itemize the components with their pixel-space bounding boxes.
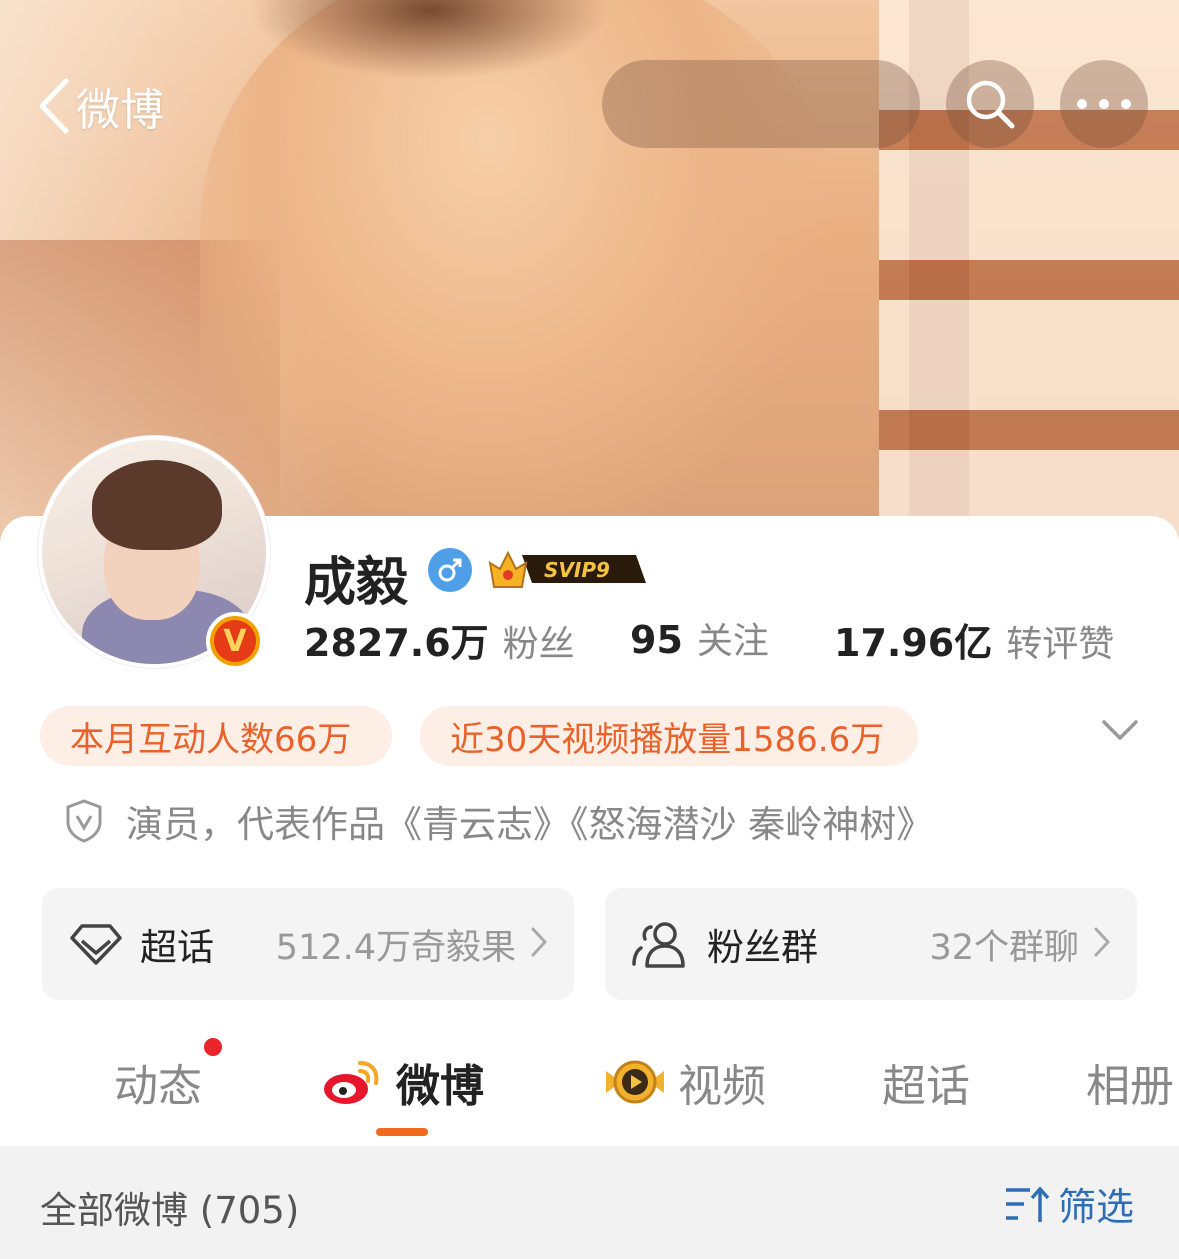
verified-letter: V	[214, 620, 256, 662]
description-text: 演员，代表作品《青云志》《怒海潜沙 秦岭神树》	[126, 803, 934, 846]
fan-group-title: 粉丝群	[707, 926, 818, 969]
people-icon	[632, 922, 685, 968]
all-weibo-count[interactable]: 全部微博 (705)	[40, 1180, 299, 1234]
shield-v-icon	[66, 799, 102, 843]
more-button[interactable]	[1060, 60, 1148, 148]
reposts-stat[interactable]: 17.96亿 转评赞	[834, 612, 1114, 667]
super-topic-value: 512.4万奇毅果	[275, 927, 516, 968]
video-badge-icon	[606, 1060, 664, 1104]
following-label: 关注	[696, 621, 769, 662]
active-tab-indicator	[376, 1128, 428, 1136]
weibo-logo-icon	[324, 1061, 379, 1104]
chevron-down-icon[interactable]	[1100, 716, 1140, 744]
following-stat[interactable]: 95 关注	[630, 612, 769, 664]
profile-name: 成毅	[304, 553, 409, 613]
avatar-hair	[92, 460, 222, 550]
profile-description[interactable]: 演员，代表作品《青云志》《怒海潜沙 秦岭神树》	[64, 794, 933, 848]
filter-button[interactable]: 筛选	[1004, 1176, 1134, 1231]
video-views-pill[interactable]: 近30天视频播放量1586.6万	[420, 706, 918, 766]
more-icon	[1077, 99, 1131, 109]
filter-icon	[1006, 1185, 1050, 1222]
tab-dynamics[interactable]: 动态	[114, 1050, 202, 1114]
tab-weibo[interactable]: 微博	[322, 1050, 484, 1114]
reposts-count: 17.96亿	[834, 621, 993, 665]
top-search-field[interactable]	[602, 60, 920, 148]
super-topic-title: 超话	[140, 926, 214, 969]
tab-weibo-label: 微博	[396, 1061, 484, 1112]
super-topic-box[interactable]: 超话 512.4万奇毅果	[42, 888, 574, 1000]
tab-album[interactable]: 相册	[1086, 1050, 1174, 1114]
back-label: 微博	[76, 85, 164, 136]
diamond-icon	[70, 924, 122, 965]
fans-label: 粉丝	[502, 624, 575, 665]
tab-video-label: 视频	[678, 1061, 766, 1112]
svip-label: SVIP9	[544, 558, 610, 582]
fans-count: 2827.6万	[304, 621, 489, 665]
verified-badge: V	[206, 612, 264, 670]
notification-dot	[204, 1038, 222, 1056]
feed-filter-bar: 全部微博 (705) 筛选	[0, 1146, 1179, 1259]
tab-video[interactable]: 视频	[604, 1050, 766, 1114]
chevron-right-icon	[1094, 927, 1111, 957]
chevron-left-icon	[39, 78, 69, 134]
fan-group-value: 32个群聊	[929, 927, 1079, 968]
chevron-right-icon	[531, 927, 548, 957]
fan-group-box[interactable]: 粉丝群 32个群聊	[605, 888, 1137, 1000]
back-button[interactable]: 微博	[36, 74, 164, 138]
reposts-label: 转评赞	[1006, 624, 1115, 665]
monthly-interaction-pill[interactable]: 本月互动人数66万	[40, 706, 392, 766]
search-button[interactable]	[946, 60, 1034, 148]
svip-badge-icon[interactable]: SVIP9	[486, 545, 646, 593]
search-icon	[966, 80, 1015, 129]
fans-stat[interactable]: 2827.6万 粉丝	[304, 612, 575, 667]
male-gender-icon	[428, 548, 472, 592]
filter-label: 筛选	[1058, 1185, 1135, 1229]
tab-super-topic[interactable]: 超话	[882, 1050, 970, 1114]
following-count: 95	[630, 618, 683, 662]
